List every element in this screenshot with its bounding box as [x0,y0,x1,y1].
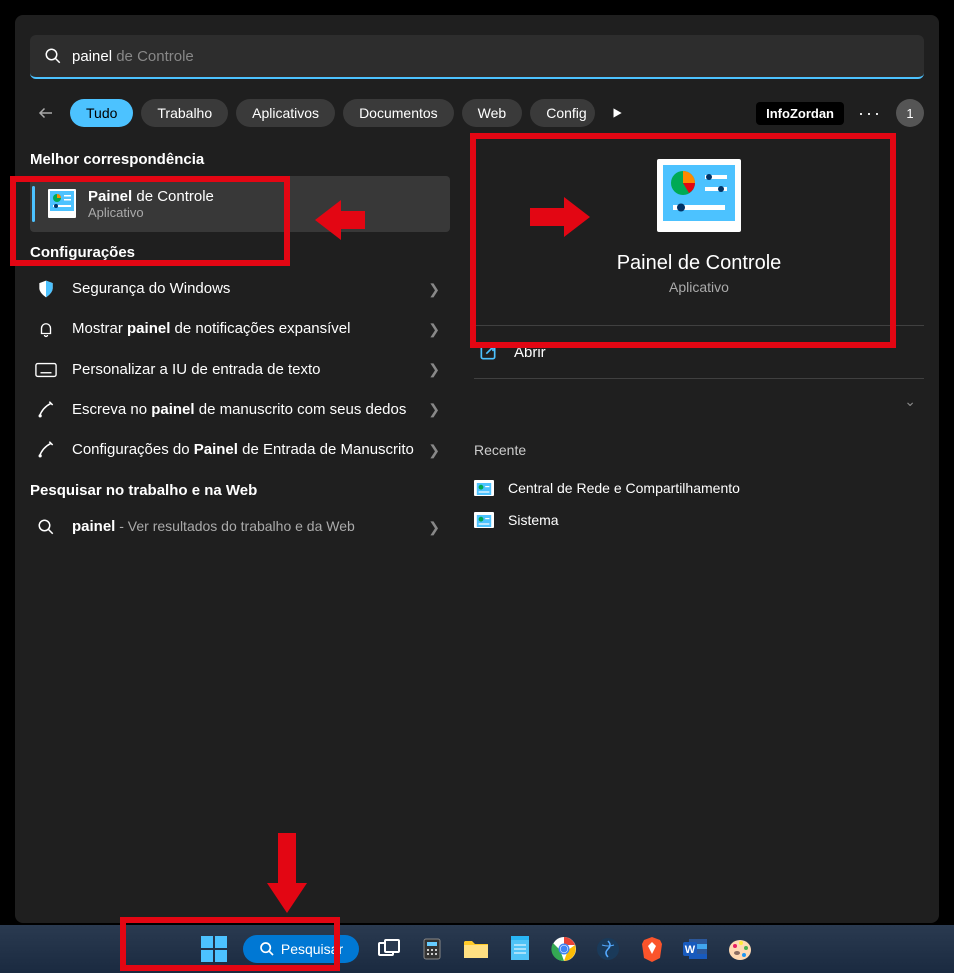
best-match-title: Painel de Controle [88,188,214,205]
filter-docs[interactable]: Documentos [343,99,454,127]
more-filters-icon[interactable] [603,99,631,127]
bell-icon [34,319,58,339]
taskbar-search-button[interactable]: Pesquisar [243,935,359,963]
shield-icon [34,279,58,299]
open-icon [478,342,498,362]
open-action[interactable]: Abrir [474,326,924,378]
control-panel-icon [657,159,741,232]
settings-header: Configurações [30,244,450,261]
paint-icon[interactable] [725,934,755,964]
chrome-icon[interactable] [549,934,579,964]
recent-item-label: Central de Rede e Compartilhamento [508,480,740,496]
control-panel-icon [474,480,494,496]
chevron-right-icon: ❯ [422,361,446,378]
web-search-header: Pesquisar no trabalho e na Web [30,482,450,499]
detail-title: Painel de Controle [474,252,924,275]
recent-item[interactable]: Sistema [474,504,924,536]
search-input[interactable]: painel de Controle [72,48,910,65]
taskbar: Pesquisar W [0,925,954,973]
filter-all[interactable]: Tudo [70,99,133,127]
chevron-down-icon[interactable]: ⌄ [474,379,916,424]
best-match-header: Melhor correspondência [30,151,450,168]
pen-icon [34,400,58,420]
search-icon [44,47,62,65]
recent-header: Recente [474,442,924,458]
recent-item-label: Sistema [508,512,559,528]
search-icon [34,518,58,536]
avatar[interactable]: 1 [896,99,924,127]
best-match-result[interactable]: Painel de Controle Aplicativo [30,176,450,232]
task-view-icon[interactable] [373,934,403,964]
notepad-icon[interactable] [505,934,535,964]
keyboard-icon [34,362,58,378]
control-panel-icon [474,512,494,528]
filter-web[interactable]: Web [462,99,523,127]
control-panel-icon [48,189,78,219]
taskbar-search-label: Pesquisar [281,941,343,957]
calculator-icon[interactable] [417,934,447,964]
settings-result-text: Configurações do Painel de Entrada de Ma… [72,440,422,460]
web-search-result[interactable]: painel - Ver resultados do trabalho e da… [30,507,450,547]
chevron-right-icon: ❯ [422,281,446,298]
best-match-subtitle: Aplicativo [88,205,214,220]
pen-icon [34,440,58,460]
settings-result[interactable]: Configurações do Painel de Entrada de Ma… [30,430,450,470]
web-search-text: painel - Ver resultados do trabalho e da… [72,517,422,537]
file-explorer-icon[interactable] [461,934,491,964]
search-window: painel de Controle Tudo Trabalho Aplicat… [15,15,939,923]
chevron-right-icon: ❯ [422,442,446,459]
detail-panel: Painel de Controle Aplicativo Abrir ⌄ Re… [450,139,924,548]
recent-list: Central de Rede e Compartilhamento Sistem… [474,472,924,536]
app-icon[interactable] [593,934,623,964]
settings-result[interactable]: Personalizar a IU de entrada de texto❯ [30,350,450,390]
settings-result-text: Segurança do Windows [72,279,422,299]
settings-result-text: Mostrar painel de notificações expansíve… [72,319,422,339]
settings-result-text: Personalizar a IU de entrada de texto [72,360,422,380]
open-label: Abrir [514,344,920,361]
settings-result-text: Escreva no painel de manuscrito com seus… [72,400,422,420]
search-bar[interactable]: painel de Controle [30,35,924,79]
start-button[interactable] [199,934,229,964]
recent-item[interactable]: Central de Rede e Compartilhamento [474,472,924,504]
settings-list: Segurança do Windows❯Mostrar painel de n… [30,269,450,470]
chevron-right-icon: ❯ [422,519,446,536]
chevron-right-icon: ❯ [422,321,446,338]
filter-apps[interactable]: Aplicativos [236,99,335,127]
chevron-right-icon: ❯ [422,401,446,418]
settings-result[interactable]: Segurança do Windows❯ [30,269,450,309]
detail-subtitle: Aplicativo [474,279,924,295]
filter-settings[interactable]: Config [530,99,594,127]
brave-icon[interactable] [637,934,667,964]
more-options-icon[interactable]: ··· [852,103,888,124]
results-column: Melhor correspondência Painel de Control… [30,139,450,548]
settings-result[interactable]: Mostrar painel de notificações expansíve… [30,309,450,349]
search-suggestion-text: de Controle [112,48,194,65]
filter-work[interactable]: Trabalho [141,99,228,127]
svg-text:W: W [685,944,696,956]
settings-result[interactable]: Escreva no painel de manuscrito com seus… [30,390,450,430]
back-button[interactable] [30,97,62,129]
word-icon[interactable]: W [681,934,711,964]
profile-badge[interactable]: InfoZordan [756,102,844,125]
filter-row: Tudo Trabalho Aplicativos Documentos Web… [15,79,939,139]
search-typed-text: painel [72,48,112,65]
